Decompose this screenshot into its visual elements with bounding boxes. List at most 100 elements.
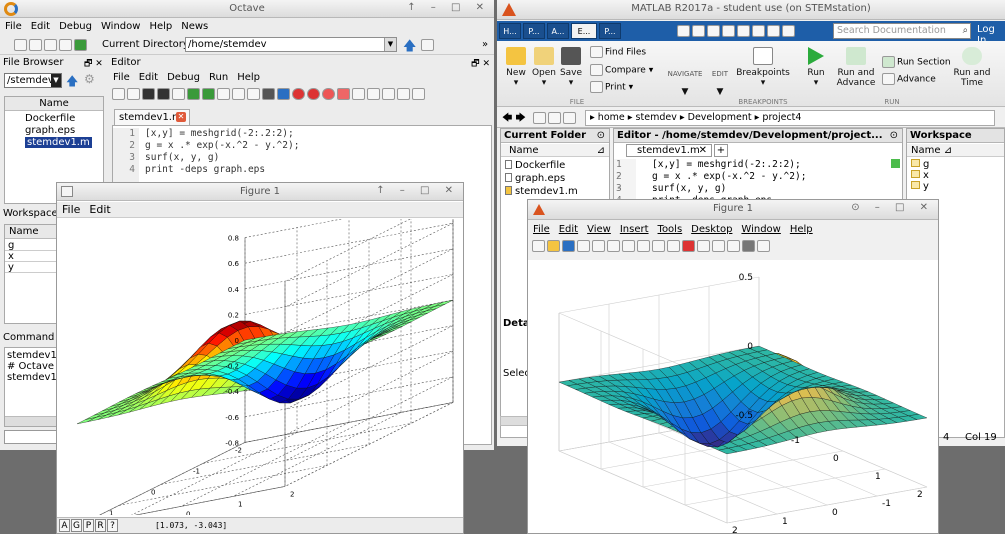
- step-in-icon[interactable]: [367, 88, 380, 100]
- continue-icon[interactable]: [397, 88, 410, 100]
- figure-menu-desktop[interactable]: Desktop: [691, 224, 732, 235]
- figure-menu-view[interactable]: View: [587, 224, 611, 235]
- advance-button[interactable]: Advance: [882, 73, 936, 85]
- code-line[interactable]: g = x .* exp(-x.^2 - y.^2);: [145, 140, 299, 152]
- chevron-down-icon[interactable]: ▼: [384, 38, 396, 51]
- browse-folder-icon[interactable]: [421, 39, 436, 51]
- editor-menu-run[interactable]: Run: [209, 72, 228, 83]
- matlab-editor-tab[interactable]: stemdev1.m ✕: [626, 144, 712, 157]
- switch-windows-icon[interactable]: [767, 25, 780, 37]
- window-controls[interactable]: ⊙ – □ ✕: [851, 202, 934, 213]
- new-file-icon[interactable]: [14, 39, 27, 51]
- toolbar-overflow-icon[interactable]: »: [482, 39, 488, 50]
- find-icon[interactable]: [262, 88, 275, 100]
- file-item[interactable]: graph.eps: [5, 125, 103, 137]
- clear-breakpoints-icon[interactable]: [337, 88, 350, 100]
- compare-button[interactable]: Compare ▾: [590, 64, 653, 76]
- show-tools-icon[interactable]: [757, 240, 770, 252]
- figure-menu-help[interactable]: Help: [790, 224, 813, 235]
- run-and-advance-button[interactable]: Run and Advance: [835, 47, 877, 88]
- link-icon[interactable]: [697, 240, 710, 252]
- current-directory-input[interactable]: /home/stemdev ▼: [185, 37, 397, 52]
- path-input[interactable]: ▸ home ▸ stemdev ▸ Development ▸ project…: [585, 110, 995, 126]
- code-analyzer-indicator[interactable]: [891, 159, 900, 168]
- print-button[interactable]: Print ▾: [590, 81, 633, 93]
- figure-menu-edit[interactable]: Edit: [89, 203, 110, 216]
- colorbar-icon[interactable]: [712, 240, 725, 252]
- file-item[interactable]: stemdev1.m: [5, 137, 103, 149]
- path-segment[interactable]: stemdev: [636, 112, 677, 123]
- code-line[interactable]: surf(x, y, g): [652, 183, 806, 195]
- figure-menu-file[interactable]: File: [533, 224, 550, 235]
- new-file-icon[interactable]: [112, 88, 125, 100]
- workspace-var[interactable]: x: [5, 251, 57, 262]
- toolstrip-tab[interactable]: P...: [599, 23, 621, 39]
- toolstrip-tab[interactable]: H...: [499, 23, 521, 39]
- undo-icon[interactable]: [74, 39, 87, 51]
- matlab-surface-plot[interactable]: 0.5 0 -0.5 2 1 0 -1 2 1 0 -1: [528, 260, 938, 534]
- save-icon[interactable]: [562, 240, 575, 252]
- code-line[interactable]: [x,y] = meshgrid(-2:.2:2);: [145, 128, 299, 140]
- figure-menu-tools[interactable]: Tools: [658, 224, 683, 235]
- toolstrip-tab[interactable]: P...: [523, 23, 545, 39]
- close-icon[interactable]: ✕: [699, 145, 707, 157]
- cut-icon[interactable]: [217, 88, 230, 100]
- open-button[interactable]: Open ▾: [531, 47, 557, 88]
- data-cursor-icon[interactable]: [667, 240, 680, 252]
- workspace-column-name[interactable]: Name: [5, 225, 57, 239]
- path-segment[interactable]: project4: [762, 112, 801, 123]
- save-icon[interactable]: [142, 88, 155, 100]
- workspace-var[interactable]: x: [911, 170, 929, 181]
- horizontal-scrollbar[interactable]: [500, 416, 530, 426]
- hide-tools-icon[interactable]: [742, 240, 755, 252]
- editor-menu-debug[interactable]: Debug: [167, 72, 200, 83]
- edit-plot-icon[interactable]: [592, 240, 605, 252]
- breakpoints-button[interactable]: Breakpoints ▾: [735, 47, 791, 88]
- chevron-down-icon[interactable]: ▼: [51, 74, 61, 87]
- paste-icon[interactable]: [247, 88, 260, 100]
- undo-icon[interactable]: [737, 25, 750, 37]
- rotate-icon[interactable]: [652, 240, 665, 252]
- close-icon[interactable]: ✕: [176, 112, 186, 122]
- edit-button[interactable]: EDIT ▼: [709, 69, 731, 97]
- workspace-var[interactable]: g: [911, 159, 929, 170]
- copy-icon[interactable]: [232, 88, 245, 100]
- editor-menu-edit[interactable]: Edit: [139, 72, 158, 83]
- column-header-name[interactable]: Name: [5, 97, 103, 111]
- file-item[interactable]: Dockerfile: [505, 159, 578, 172]
- save-icon[interactable]: [677, 25, 690, 37]
- code-line[interactable]: [x,y] = meshgrid(-2:.2:2);: [652, 159, 806, 171]
- workspace-var[interactable]: y: [911, 181, 929, 192]
- cut-icon[interactable]: [692, 25, 705, 37]
- figure-menu-edit[interactable]: Edit: [559, 224, 578, 235]
- copy-icon[interactable]: [44, 39, 57, 51]
- folder-icon[interactable]: [533, 112, 578, 124]
- figure-menu-insert[interactable]: Insert: [620, 224, 649, 235]
- search-documentation-input[interactable]: Search Documentation ⌕: [833, 23, 971, 39]
- dock-undock-icon[interactable]: 🗗 ✕: [84, 56, 103, 72]
- print-icon[interactable]: [172, 88, 185, 100]
- menu-file[interactable]: File: [5, 21, 22, 32]
- menu-window[interactable]: Window: [101, 21, 140, 32]
- folder-up-icon[interactable]: 🡅: [66, 72, 78, 93]
- code-line[interactable]: surf(x, y, g): [145, 152, 299, 164]
- file-item[interactable]: Dockerfile: [5, 113, 103, 125]
- menu-debug[interactable]: Debug: [59, 21, 92, 32]
- print-icon[interactable]: [577, 240, 590, 252]
- figure-mode-p-button[interactable]: P: [83, 519, 94, 532]
- new-figure-icon[interactable]: [532, 240, 545, 252]
- gear-icon[interactable]: ⚙: [84, 72, 95, 86]
- code-line[interactable]: g = x .* exp(-x.^2 - y.^2);: [652, 171, 806, 183]
- undo-icon[interactable]: [187, 88, 200, 100]
- toolstrip-tab[interactable]: A...: [547, 23, 569, 39]
- menu-news[interactable]: News: [181, 21, 208, 32]
- octave-surface-plot[interactable]: 0.80.60.40.20-0.2-0.4-0.6-0.8210-1-2210-…: [57, 219, 463, 515]
- open-file-icon[interactable]: [547, 240, 560, 252]
- legend-icon[interactable]: [727, 240, 740, 252]
- new-button[interactable]: New ▾: [502, 47, 530, 88]
- save-button[interactable]: Save ▾: [558, 47, 584, 88]
- step-icon[interactable]: [352, 88, 365, 100]
- zoom-in-icon[interactable]: [607, 240, 620, 252]
- file-item[interactable]: graph.eps: [505, 172, 578, 185]
- step-out-icon[interactable]: [382, 88, 395, 100]
